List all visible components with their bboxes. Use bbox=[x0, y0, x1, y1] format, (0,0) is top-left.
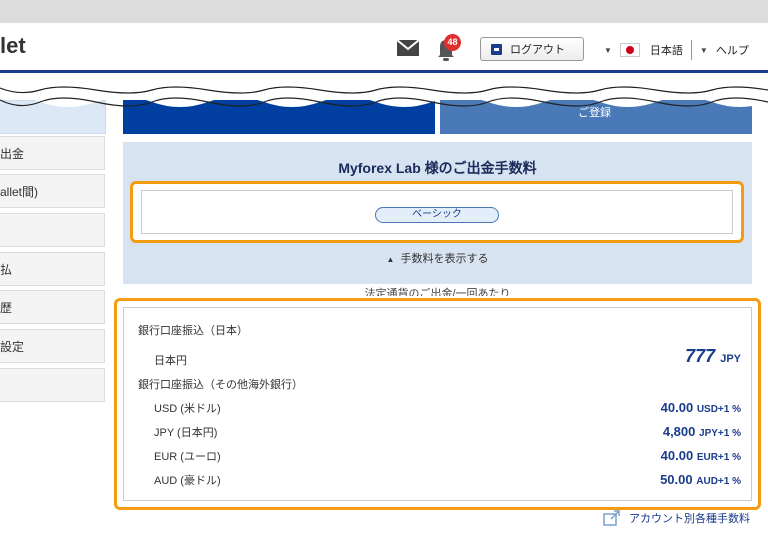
row-amount: 4,800 bbox=[662, 424, 696, 439]
row-amount: 50.00 bbox=[660, 472, 693, 487]
fee-panel-title: Myforex Lab 様のご出金手数料 bbox=[338, 160, 537, 176]
sidebar-item-label: allet間) bbox=[0, 184, 39, 199]
sidebar-item-label: 設定 bbox=[0, 339, 25, 354]
fiat-withdraw-heading: 法定通貨のご出金/一回あたり bbox=[364, 288, 511, 296]
row-amount: 40.00 bbox=[660, 448, 694, 463]
row-value: 40.00 USD+1 % bbox=[661, 400, 741, 415]
row-unit: AUD+1 % bbox=[696, 476, 741, 487]
row-label: AUD (豪ドル) bbox=[154, 475, 221, 487]
row-value: 50.00 AUD+1 % bbox=[660, 472, 741, 487]
plan-card: ベーシック bbox=[141, 190, 733, 234]
site-logo[interactable]: let bbox=[0, 33, 26, 59]
sidebar-item-label: 出金 bbox=[0, 146, 25, 161]
chevron-up-icon: ▲ bbox=[386, 255, 395, 264]
row-label: JPY (日本円) bbox=[154, 427, 218, 439]
sidebar-item-payment[interactable]: 払 bbox=[0, 252, 105, 286]
row-unit: USD+1 % bbox=[696, 404, 741, 415]
show-fees-toggle[interactable]: ▲ 手数料を表示する bbox=[123, 250, 752, 266]
sidebar-item-blank-2[interactable] bbox=[0, 368, 105, 402]
show-fees-label: 手数料を表示する bbox=[400, 253, 489, 265]
row-unit: EUR+1 % bbox=[696, 452, 741, 463]
row-label: EUR (ユーロ) bbox=[154, 451, 221, 463]
overseas-header-label: 銀行口座振込（その他海外銀行） bbox=[138, 379, 303, 391]
logout-label: ログアウト bbox=[510, 44, 565, 56]
sidebar-item-label: 払 bbox=[0, 262, 13, 277]
help-chevron-down-icon: ▼ bbox=[699, 45, 708, 55]
row-label: USD (米ドル) bbox=[154, 403, 221, 415]
row-value: 40.00 EUR+1 % bbox=[661, 448, 741, 463]
mail-icon[interactable] bbox=[397, 40, 419, 56]
table-row: 日本円 777 JPY bbox=[124, 346, 751, 368]
notification-badge: 48 bbox=[444, 34, 461, 51]
torn-paper-overlay bbox=[0, 76, 768, 107]
plan-badge[interactable]: ベーシック bbox=[375, 207, 499, 223]
account-fees-label: アカウント別各種手数料 bbox=[629, 513, 750, 525]
external-link-icon bbox=[603, 510, 620, 526]
domestic-header-label: 銀行口座振込（日本） bbox=[138, 325, 248, 337]
plan-highlight-box: ベーシック bbox=[130, 181, 744, 243]
sidebar-item-withdraw[interactable]: 出金 bbox=[0, 136, 105, 170]
browser-top-strip bbox=[0, 0, 768, 23]
fee-table: 銀行口座振込（日本） 日本円 777 JPY 銀行口座振込（その他海外銀行） U… bbox=[123, 307, 752, 501]
row-amount: 777 bbox=[685, 346, 716, 366]
row-unit: JPY+1 % bbox=[699, 428, 741, 439]
logout-icon bbox=[491, 43, 502, 55]
language-label: 日本語 bbox=[649, 45, 683, 57]
row-amount: 40.00 bbox=[660, 400, 694, 415]
fee-table-highlight-box: 銀行口座振込（日本） 日本円 777 JPY 銀行口座振込（その他海外銀行） U… bbox=[114, 298, 761, 510]
help-link[interactable]: ヘルプ bbox=[716, 42, 749, 58]
language-selector[interactable]: ▼ 日本語 ▼ ヘルプ bbox=[604, 40, 749, 60]
account-fees-link[interactable]: アカウント別各種手数料 bbox=[603, 508, 750, 528]
row-value: 4,800 JPY+1 % bbox=[663, 424, 741, 439]
row-value: 777 JPY bbox=[685, 346, 741, 367]
sidebar-item-label: 歴 bbox=[0, 300, 13, 315]
site-header: let 48 ログアウト ▼ 日本語 ▼ ヘルプ bbox=[0, 23, 768, 73]
logout-button[interactable]: ログアウト bbox=[480, 37, 584, 61]
flag-japan-icon bbox=[619, 43, 640, 57]
row-unit: JPY bbox=[720, 353, 741, 365]
row-label: 日本円 bbox=[154, 355, 187, 367]
sidebar-item-transfer[interactable]: allet間) bbox=[0, 174, 105, 208]
chevron-down-icon: ▼ bbox=[604, 45, 612, 55]
sidebar-item-blank-1[interactable] bbox=[0, 213, 105, 247]
header-divider bbox=[690, 40, 692, 60]
sidebar-item-history[interactable]: 歴 bbox=[0, 290, 105, 324]
sidebar-item-settings[interactable]: 設定 bbox=[0, 329, 105, 363]
